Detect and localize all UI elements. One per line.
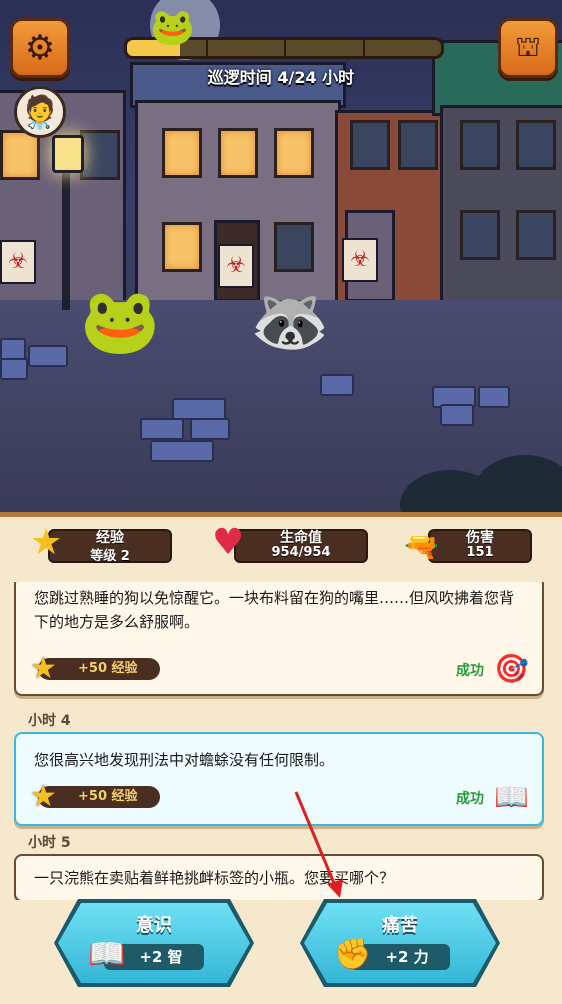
window bbox=[460, 210, 500, 260]
pistol-icon: 🔫 bbox=[404, 530, 439, 563]
window bbox=[162, 222, 202, 272]
log-entry: 您很高兴地发现刑法中对蟾蜍没有任何限制。 +50 经验 ★ 成功 📖 bbox=[14, 732, 544, 826]
event-log[interactable]: 您跳过熟睡的狗以免惊醒它。一块布料留在狗的嘴里……但风吹拂着您背下的地方是多么舒… bbox=[14, 582, 544, 900]
choice-pain-button[interactable]: 痛苦 +2 力 ✊ bbox=[300, 899, 500, 987]
frog-hero: 🐸 bbox=[80, 285, 160, 359]
brick bbox=[478, 386, 510, 408]
target-icon: 🎯 bbox=[494, 652, 529, 685]
xp-level: 等级 2 bbox=[90, 549, 130, 564]
hazard-sign: ☣ bbox=[218, 244, 254, 288]
book-icon: 📖 bbox=[88, 937, 126, 972]
hp-value: 954/954 bbox=[271, 545, 331, 560]
fist-icon: ✊ bbox=[334, 937, 372, 972]
log-entry: 一只浣熊在卖贴着鲜艳挑衅标签的小瓶。您要买哪个？ bbox=[14, 854, 544, 900]
window bbox=[350, 120, 390, 170]
result-label: 成功 bbox=[456, 663, 484, 679]
hp-stat: 生命值 954/954 bbox=[234, 529, 368, 563]
hp-title: 生命值 bbox=[280, 530, 322, 546]
doctor-avatar-button[interactable]: 🧑‍⚕️ bbox=[14, 86, 66, 138]
log-entry: 您跳过熟睡的狗以免惊醒它。一块布料留在狗的嘴里……但风吹拂着您背下的地方是多么舒… bbox=[14, 582, 544, 696]
star-icon: ★ bbox=[30, 522, 63, 563]
brick bbox=[190, 418, 230, 440]
star-icon: ★ bbox=[30, 779, 57, 814]
brick bbox=[320, 374, 354, 396]
heart-icon: ♥ bbox=[212, 522, 245, 563]
hour-label: 小时 5 bbox=[28, 835, 71, 851]
game-scene: ☣ ☣ ☣ 🐸 🦝 ⚙ ⛫ 🐸 巡逻时间 bbox=[0, 0, 562, 512]
log-text: 一只浣熊在卖贴着鲜艳挑衅标签的小瓶。您要买哪个？ bbox=[34, 869, 395, 887]
frog-progress-marker: 🐸 bbox=[150, 7, 195, 48]
brick bbox=[28, 345, 68, 367]
hazard-sign: ☣ bbox=[0, 240, 36, 284]
window bbox=[218, 128, 258, 178]
progress-segment bbox=[362, 40, 365, 56]
hazard-sign: ☣ bbox=[342, 238, 378, 282]
log-text: 您跳过熟睡的狗以免惊醒它。一块布料留在狗的嘴里……但风吹拂着您背下的地方是多么舒… bbox=[34, 589, 515, 631]
brick bbox=[440, 404, 474, 426]
brick bbox=[0, 338, 26, 360]
progress-segment bbox=[284, 40, 286, 56]
log-text: 您很高兴地发现刑法中对蟾蜍没有任何限制。 bbox=[34, 751, 335, 769]
progress-segment bbox=[205, 40, 208, 56]
brick bbox=[150, 440, 214, 462]
damage-stat: 伤害 151 bbox=[428, 529, 532, 563]
window bbox=[516, 210, 556, 260]
event-panel: 经验 等级 2 ★ 生命值 954/954 ♥ 伤害 151 🔫 您跳过熟睡的狗… bbox=[0, 512, 562, 1004]
xp-stat: 经验 等级 2 bbox=[48, 529, 172, 564]
book-icon: 📖 bbox=[494, 780, 529, 813]
hour-label: 小时 4 bbox=[28, 713, 71, 729]
brick bbox=[172, 398, 226, 420]
gear-icon: ⚙ bbox=[24, 28, 56, 68]
window bbox=[162, 128, 202, 178]
window bbox=[398, 120, 438, 170]
window bbox=[274, 222, 314, 272]
raccoon-merchant: 🦝 bbox=[250, 285, 330, 359]
brick bbox=[0, 358, 28, 380]
result-label: 成功 bbox=[456, 791, 484, 807]
lamp-post bbox=[62, 150, 70, 310]
window bbox=[460, 120, 500, 170]
castle-gate-icon: ⛫ bbox=[515, 29, 541, 63]
choice-awareness-button[interactable]: 意识 +2 智 📖 bbox=[54, 899, 254, 987]
window bbox=[516, 120, 556, 170]
brick bbox=[140, 418, 184, 440]
choice-label: 痛苦 bbox=[382, 915, 418, 936]
patrol-time-label: 巡逻时间 4/24 小时 bbox=[207, 68, 355, 87]
window bbox=[274, 128, 314, 178]
damage-title: 伤害 bbox=[466, 530, 494, 546]
star-icon: ★ bbox=[30, 651, 57, 686]
damage-value: 151 bbox=[466, 545, 494, 560]
street-lamp bbox=[52, 135, 84, 173]
xp-title: 经验 bbox=[96, 530, 124, 546]
choice-label: 意识 bbox=[136, 915, 172, 936]
window bbox=[80, 130, 120, 180]
